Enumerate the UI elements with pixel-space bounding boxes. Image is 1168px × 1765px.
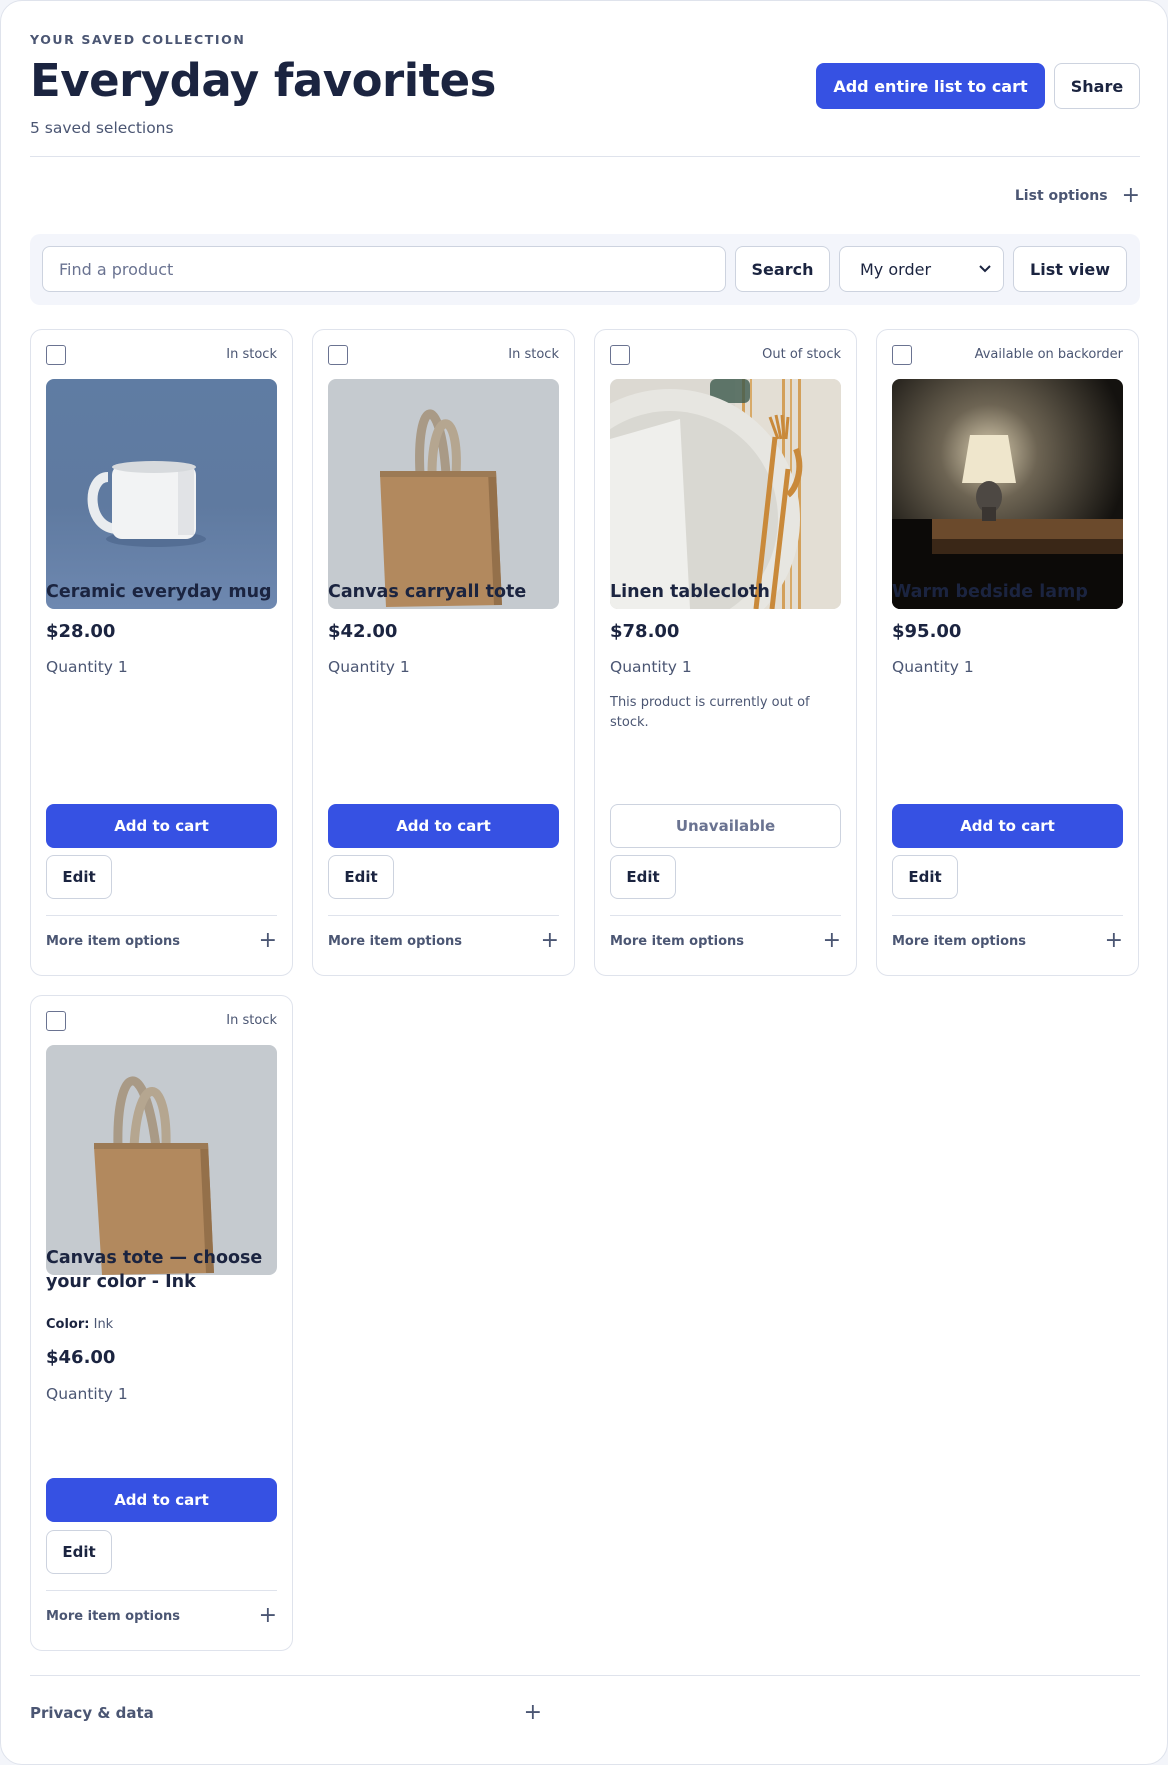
- more-item-options-label: More item options: [892, 933, 1027, 949]
- item-card: In stock Canvas tote — choose your color…: [30, 995, 293, 1651]
- stock-status: In stock: [226, 1013, 277, 1028]
- product-image: [328, 379, 559, 609]
- product-name[interactable]: Warm bedside lamp: [892, 580, 1128, 604]
- more-item-options-toggle[interactable]: More item options +: [328, 930, 559, 952]
- more-item-options-label: More item options: [328, 933, 463, 949]
- select-item-checkbox[interactable]: [46, 1011, 66, 1031]
- tan-tote-photo: [328, 379, 559, 609]
- more-item-options-label: More item options: [610, 933, 745, 949]
- eyebrow-label: YOUR SAVED COLLECTION: [30, 32, 246, 47]
- list-toolbar: Search My order List view: [30, 234, 1140, 305]
- card-divider: [46, 915, 277, 916]
- plus-icon: +: [540, 928, 559, 953]
- plus-icon: +: [822, 928, 841, 953]
- product-price: $78.00: [610, 621, 680, 642]
- bedside-lamp-photo: [892, 379, 1123, 609]
- select-item-checkbox[interactable]: [610, 345, 630, 365]
- product-price: $46.00: [46, 1347, 116, 1368]
- list-view-button[interactable]: List view: [1013, 246, 1127, 292]
- privacy-toggle[interactable]: Privacy & data +: [30, 1702, 542, 1724]
- product-name[interactable]: Linen tablecloth: [610, 580, 846, 604]
- color-option-value: Ink: [93, 1317, 114, 1332]
- item-card: Available on backorder Warm bedside lamp…: [876, 329, 1139, 976]
- add-entire-list-button[interactable]: Add entire list to cart: [816, 63, 1045, 109]
- edit-button[interactable]: Edit: [892, 855, 958, 899]
- stock-status: In stock: [508, 347, 559, 362]
- product-image: [892, 379, 1123, 609]
- more-item-options-toggle[interactable]: More item options +: [610, 930, 841, 952]
- table-setting-photo: [610, 379, 841, 609]
- page-title: Everyday favorites: [30, 54, 496, 107]
- privacy-label: Privacy & data: [30, 1704, 154, 1722]
- select-item-checkbox[interactable]: [892, 345, 912, 365]
- item-card: In stock Canvas carryall tote $42.00 Qua…: [312, 329, 575, 976]
- footer-divider: [30, 1675, 1140, 1676]
- product-price: $42.00: [328, 621, 398, 642]
- product-image: [610, 379, 841, 609]
- more-item-options-toggle[interactable]: More item options +: [46, 930, 277, 952]
- unavailable-button: Unavailable: [610, 804, 841, 848]
- product-price: $28.00: [46, 621, 116, 642]
- product-quantity: Quantity 1: [46, 658, 128, 676]
- list-options-toggle[interactable]: List options +: [1015, 185, 1140, 207]
- list-options-label: List options: [1014, 188, 1108, 204]
- saved-count: 5 saved selections: [30, 119, 174, 137]
- chevron-down-icon: [979, 265, 991, 273]
- select-item-checkbox[interactable]: [46, 345, 66, 365]
- product-name[interactable]: Ceramic everyday mug: [46, 580, 282, 604]
- card-divider: [610, 915, 841, 916]
- product-name[interactable]: Canvas tote — choose your color - Ink: [46, 1246, 282, 1294]
- product-quantity: Quantity 1: [328, 658, 410, 676]
- edit-button[interactable]: Edit: [46, 1530, 112, 1574]
- search-input[interactable]: [42, 246, 726, 292]
- color-option: Color: Ink: [46, 1317, 113, 1332]
- product-quantity: Quantity 1: [892, 658, 974, 676]
- tan-tote-photo: [46, 1045, 277, 1275]
- more-item-options-label: More item options: [46, 1608, 181, 1624]
- header-divider: [30, 156, 1140, 157]
- sort-select-value: My order: [860, 259, 932, 279]
- product-quantity: Quantity 1: [610, 658, 692, 676]
- edit-button[interactable]: Edit: [328, 855, 394, 899]
- card-divider: [328, 915, 559, 916]
- select-item-checkbox[interactable]: [328, 345, 348, 365]
- stock-status: Out of stock: [762, 347, 841, 362]
- product-image: [46, 379, 277, 609]
- card-divider: [892, 915, 1123, 916]
- plus-icon: +: [1104, 928, 1123, 953]
- out-of-stock-note: This product is currently out of stock.: [610, 695, 810, 730]
- more-item-options-label: More item options: [46, 933, 181, 949]
- add-to-cart-button[interactable]: Add to cart: [46, 1478, 277, 1522]
- add-to-cart-button[interactable]: Add to cart: [892, 804, 1123, 848]
- stock-status: Available on backorder: [974, 347, 1123, 362]
- product-name[interactable]: Canvas carryall tote: [328, 580, 564, 604]
- item-card: Out of stock Linen tablecloth $78.00 Qua…: [594, 329, 857, 976]
- plus-icon: +: [258, 1603, 277, 1628]
- product-quantity: Quantity 1: [46, 1385, 128, 1403]
- sort-select[interactable]: My order: [839, 246, 1004, 292]
- search-button[interactable]: Search: [735, 246, 830, 292]
- plus-icon: +: [258, 928, 277, 953]
- share-button[interactable]: Share: [1054, 63, 1140, 109]
- card-divider: [46, 1590, 277, 1591]
- product-price: $95.00: [892, 621, 962, 642]
- plus-icon: +: [523, 1700, 542, 1725]
- product-image: [46, 1045, 277, 1275]
- add-to-cart-button[interactable]: Add to cart: [328, 804, 559, 848]
- item-card: In stock Ceramic everyday mug $28.00 Qua…: [30, 329, 293, 976]
- stock-status: In stock: [226, 347, 277, 362]
- plus-icon: +: [1121, 183, 1140, 208]
- saved-list-page: YOUR SAVED COLLECTION Everyday favorites…: [0, 0, 1168, 1765]
- white-mug-photo: [46, 379, 277, 609]
- edit-button[interactable]: Edit: [610, 855, 676, 899]
- color-option-label: Color:: [46, 1317, 90, 1332]
- edit-button[interactable]: Edit: [46, 855, 112, 899]
- add-to-cart-button[interactable]: Add to cart: [46, 804, 277, 848]
- more-item-options-toggle[interactable]: More item options +: [46, 1605, 277, 1627]
- more-item-options-toggle[interactable]: More item options +: [892, 930, 1123, 952]
